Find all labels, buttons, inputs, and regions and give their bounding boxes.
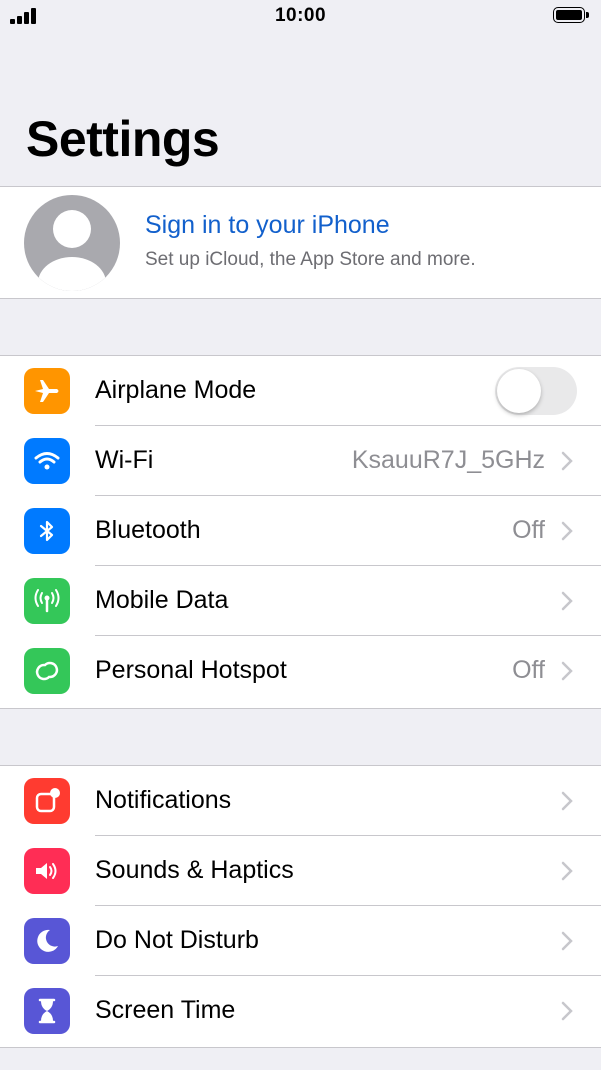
settings-row-label: Personal Hotspot [95,656,287,684]
settings-row-wifi[interactable]: Wi-Fi KsauuR7J_5GHz [0,426,601,496]
chevron-right-icon [561,1001,573,1021]
sign-in-row[interactable]: Sign in to your iPhone Set up iCloud, th… [0,186,601,299]
notifications-icon [24,778,70,824]
settings-row-label: Do Not Disturb [95,926,259,954]
settings-row-sounds-haptics[interactable]: Sounds & Haptics [0,836,601,906]
sign-in-subtitle: Set up iCloud, the App Store and more. [145,249,476,270]
settings-row-screen-time[interactable]: Screen Time [0,976,601,1046]
battery-icon [553,7,593,25]
hourglass-icon [24,988,70,1034]
settings-row-label: Wi-Fi [95,446,154,474]
settings-row-label: Airplane Mode [95,376,257,404]
sign-in-title: Sign in to your iPhone [145,211,390,239]
settings-row-do-not-disturb[interactable]: Do Not Disturb [0,906,601,976]
settings-group-notifications: Notifications Sounds & Haptics Do Not Di… [0,765,601,1048]
chevron-right-icon [561,861,573,881]
wifi-icon [24,438,70,484]
settings-row-mobile-data[interactable]: Mobile Data [0,566,601,636]
airplane-mode-toggle[interactable] [495,367,577,415]
status-bar: 10:00 [0,0,601,34]
speaker-icon [24,848,70,894]
bluetooth-icon [24,508,70,554]
chevron-right-icon [561,931,573,951]
settings-row-personal-hotspot[interactable]: Personal Hotspot Off [0,636,601,706]
avatar-icon [24,195,120,291]
settings-row-value: Off [512,516,545,544]
settings-group-connectivity: Airplane Mode Wi-Fi KsauuR7J_5GHz Blueto… [0,355,601,709]
hotspot-icon [24,648,70,694]
chevron-right-icon [561,451,573,471]
chevron-right-icon [561,521,573,541]
settings-row-label: Mobile Data [95,586,229,614]
page-title: Settings [26,111,220,167]
settings-row-airplane-mode[interactable]: Airplane Mode [0,356,601,426]
antenna-icon [24,578,70,624]
settings-row-value: Off [512,656,545,684]
settings-row-label: Notifications [95,786,232,814]
chevron-right-icon [561,661,573,681]
status-time: 10:00 [274,5,327,26]
settings-row-label: Screen Time [95,996,236,1024]
settings-row-value: KsauuR7J_5GHz [351,446,545,474]
settings-row-bluetooth[interactable]: Bluetooth Off [0,496,601,566]
settings-row-notifications[interactable]: Notifications [0,766,601,836]
settings-row-label: Sounds & Haptics [95,856,294,884]
moon-icon [24,918,70,964]
settings-row-label: Bluetooth [95,516,201,544]
chevron-right-icon [561,791,573,811]
toggle-knob [497,369,541,413]
airplane-icon [24,368,70,414]
chevron-right-icon [561,591,573,611]
